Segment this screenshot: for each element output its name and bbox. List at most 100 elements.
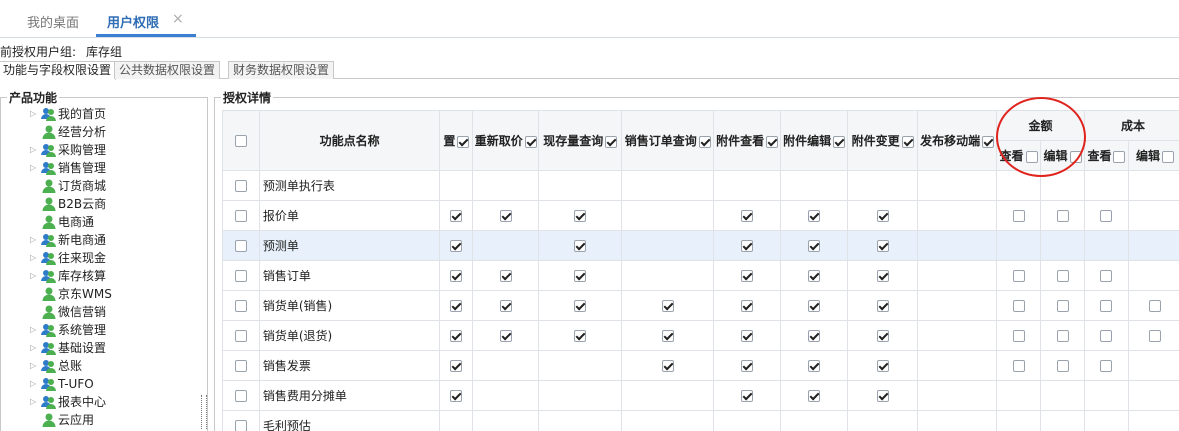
table-row[interactable]: 销售订单 [222,260,1179,291]
expand-arrow-icon[interactable]: ▷ [30,375,36,393]
expand-arrow-icon[interactable]: ▷ [30,267,36,285]
expand-arrow-icon[interactable]: ▷ [30,357,36,375]
permission-checkbox[interactable] [1148,300,1161,312]
expand-arrow-icon[interactable]: ▷ [30,231,36,249]
permission-checkbox[interactable] [876,210,889,222]
permission-checkbox[interactable] [808,330,821,342]
subtab-public-data[interactable]: 公共数据权限设置 [114,61,221,79]
permission-checkbox[interactable] [499,270,512,282]
tree-scrollbar[interactable] [201,395,207,429]
permission-checkbox[interactable] [450,390,463,402]
permission-checkbox[interactable] [741,360,754,372]
permission-checkbox[interactable] [876,360,889,372]
permission-checkbox[interactable] [876,270,889,282]
column-checkbox[interactable] [698,135,711,148]
row-checkbox[interactable] [234,300,247,312]
permission-checkbox[interactable] [450,210,463,222]
row-checkbox[interactable] [234,420,247,431]
permission-checkbox[interactable] [450,330,463,342]
row-checkbox[interactable] [234,390,247,402]
expand-arrow-icon[interactable]: ▷ [30,321,36,339]
permission-checkbox[interactable] [499,210,512,222]
permission-checkbox[interactable] [808,270,821,282]
expand-arrow-icon[interactable]: ▷ [30,141,36,159]
permission-checkbox[interactable] [741,210,754,222]
permission-checkbox[interactable] [1012,360,1025,372]
permission-checkbox[interactable] [741,390,754,402]
expand-arrow-icon[interactable]: ▷ [30,393,36,411]
column-checkbox[interactable] [901,135,914,148]
table-row[interactable]: 毛利预估 [222,410,1179,431]
row-checkbox[interactable] [234,270,247,282]
permission-checkbox[interactable] [1100,210,1113,222]
permission-checkbox[interactable] [1148,330,1161,342]
permission-checkbox[interactable] [808,210,821,222]
table-row[interactable]: 销售费用分摊单 [222,380,1179,411]
row-checkbox[interactable] [234,360,247,372]
permission-checkbox[interactable] [1100,360,1113,372]
permission-checkbox[interactable] [574,210,587,222]
permission-checkbox[interactable] [574,300,587,312]
column-checkbox[interactable] [457,135,470,148]
row-checkbox[interactable] [234,210,247,222]
permission-checkbox[interactable] [808,240,821,252]
permission-checkbox[interactable] [876,390,889,402]
column-checkbox[interactable] [605,135,618,148]
permission-checkbox[interactable] [450,240,463,252]
permission-checkbox[interactable] [661,300,674,312]
permission-checkbox[interactable] [661,360,674,372]
tab-my-desktop[interactable]: 我的桌面 [27,12,79,31]
permission-checkbox[interactable] [808,300,821,312]
permission-checkbox[interactable] [499,330,512,342]
permission-checkbox[interactable] [741,240,754,252]
permission-checkbox[interactable] [1012,210,1025,222]
table-row[interactable]: 销货单(退货) [222,320,1179,351]
permission-checkbox[interactable] [450,360,463,372]
permission-checkbox[interactable] [1012,300,1025,312]
expand-arrow-icon[interactable]: ▷ [30,249,36,267]
close-icon[interactable]: × [172,11,184,27]
permission-checkbox[interactable] [1056,270,1069,282]
expand-arrow-icon[interactable]: ▷ [30,159,36,177]
sub-column-checkbox[interactable] [1113,150,1126,163]
column-checkbox[interactable] [833,135,846,148]
permission-checkbox[interactable] [1012,270,1025,282]
permission-checkbox[interactable] [1100,330,1113,342]
permission-checkbox[interactable] [1056,210,1069,222]
permission-checkbox[interactable] [1100,300,1113,312]
column-checkbox[interactable] [982,135,995,148]
table-row[interactable]: 报价单 [222,200,1179,231]
row-checkbox[interactable] [234,240,247,252]
tab-user-permissions[interactable]: 用户权限 [107,12,159,31]
permission-checkbox[interactable] [499,300,512,312]
row-checkbox[interactable] [234,330,247,342]
permission-checkbox[interactable] [1056,360,1069,372]
permission-checkbox[interactable] [1056,300,1069,312]
permission-checkbox[interactable] [876,330,889,342]
sub-column-checkbox[interactable] [1161,150,1174,163]
permission-checkbox[interactable] [876,300,889,312]
table-row[interactable]: 销售发票 [222,350,1179,381]
permission-checkbox[interactable] [1056,330,1069,342]
subtab-function-field[interactable]: 功能与字段权限设置 [0,61,117,80]
column-checkbox[interactable] [524,135,537,148]
expand-arrow-icon[interactable]: ▷ [30,105,36,123]
permission-checkbox[interactable] [808,390,821,402]
table-row[interactable]: 销货单(销售) [222,290,1179,321]
permission-checkbox[interactable] [574,240,587,252]
permission-checkbox[interactable] [741,270,754,282]
row-checkbox[interactable] [234,180,247,192]
permission-checkbox[interactable] [1100,270,1113,282]
permission-checkbox[interactable] [741,330,754,342]
permission-checkbox[interactable] [574,270,587,282]
permission-checkbox[interactable] [450,270,463,282]
select-all-checkbox[interactable] [234,135,247,147]
permission-checkbox[interactable] [450,300,463,312]
permission-checkbox[interactable] [808,360,821,372]
permission-checkbox[interactable] [1012,330,1025,342]
column-checkbox[interactable] [766,135,779,148]
permission-checkbox[interactable] [741,300,754,312]
permission-checkbox[interactable] [876,240,889,252]
permission-checkbox[interactable] [661,330,674,342]
table-row[interactable]: 预测单 [222,230,1179,261]
